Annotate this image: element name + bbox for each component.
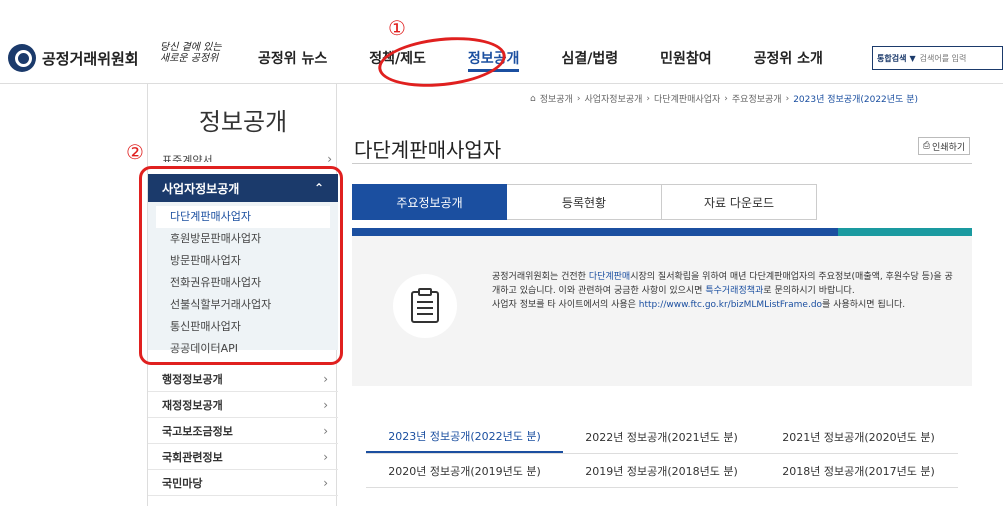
nav-item-about[interactable]: 공정위 소개 <box>754 48 823 70</box>
page-title: 다단계판매사업자 <box>354 138 502 162</box>
government-emblem-icon <box>8 44 36 72</box>
sidebar-item-public-square[interactable]: 국민마당 › <box>148 470 338 496</box>
year-tab-2018[interactable]: 2018년 정보공개(2017년도 분) <box>760 454 957 487</box>
breadcrumb-item[interactable]: 주요정보공개 <box>732 92 782 105</box>
sidebar-item-subsidy-info[interactable]: 국고보조금정보 › <box>148 418 338 444</box>
sidebar-item-label: 표준계약서 <box>162 154 213 162</box>
sidebar-item-standard-contract[interactable]: 표준계약서 › <box>162 152 332 162</box>
tab-key-info[interactable]: 주요정보공개 <box>352 184 507 220</box>
sidebar-item-label: 국고보조금정보 <box>162 424 233 438</box>
year-tab-2023[interactable]: 2023년 정보공개(2022년도 분) <box>366 420 563 453</box>
search-box: 통합검색 ▼ <box>872 46 1003 70</box>
tab-data-download[interactable]: 자료 다운로드 <box>662 184 817 220</box>
year-tab-2021[interactable]: 2021년 정보공개(2020년도 분) <box>760 420 957 453</box>
sidebar-item-label: 국민마당 <box>162 476 203 490</box>
print-button[interactable]: ⎙ 인쇄하기 <box>918 137 970 155</box>
year-tab-2019[interactable]: 2019년 정보공개(2018년도 분) <box>563 454 760 487</box>
info-link-mlm[interactable]: 다단계판매 <box>589 272 630 282</box>
breadcrumb: ⌂ 정보공개 › 사업자정보공개 › 다단계판매사업자 › 주요정보공개 › 2023년… <box>530 92 918 106</box>
content-tabs: 주요정보공개 등록현황 자료 다운로드 <box>352 184 817 220</box>
info-description: 공정거래위원회는 건전한 다단계판매시장의 질서확립을 위하여 매년 다단계판매… <box>492 270 954 312</box>
year-tab-2022[interactable]: 2022년 정보공개(2021년도 분) <box>563 420 760 453</box>
annotation-number-2: ② <box>126 140 144 164</box>
print-button-label: 인쇄하기 <box>932 142 966 153</box>
annotation-number-1: ① <box>388 16 406 40</box>
year-tabs: 2023년 정보공개(2022년도 분) 2022년 정보공개(2021년도 분… <box>366 420 958 488</box>
chevron-right-icon: › <box>646 93 651 104</box>
chevron-right-icon: › <box>785 93 790 104</box>
search-input[interactable] <box>919 53 980 63</box>
sidebar-title: 정보공개 <box>198 108 288 136</box>
main-nav: 공정위 뉴스 정책/제도 정보공개 심결/법령 민원참여 공정위 소개 <box>258 48 865 72</box>
home-icon[interactable]: ⌂ <box>530 94 536 104</box>
tab-registration-status[interactable]: 등록현황 <box>507 184 662 220</box>
sidebar-item-label: 행정정보공개 <box>162 372 223 386</box>
info-text: 를 사용하시면 됩니다. <box>822 300 906 310</box>
title-divider <box>352 163 972 164</box>
breadcrumb-item[interactable]: 다단계판매사업자 <box>654 92 720 105</box>
chevron-right-icon: › <box>323 449 328 464</box>
clipboard-icon <box>393 274 457 338</box>
chevron-right-icon: › <box>327 152 332 162</box>
slogan-line-1: 당신 곁에 있는 <box>160 42 222 53</box>
breadcrumb-current: 2023년 정보공개(2022년도 분) <box>793 95 918 105</box>
sidebar-item-admin-info[interactable]: 행정정보공개 › <box>148 366 338 392</box>
chevron-right-icon: › <box>323 475 328 490</box>
breadcrumb-item[interactable]: 정보공개 <box>540 92 573 105</box>
nav-item-decisions[interactable]: 심결/법령 <box>561 48 618 70</box>
sidebar-other-groups: 행정정보공개 › 재정정보공개 › 국고보조금정보 › 국회관련정보 › 국민마당 › <box>148 366 338 496</box>
info-text: 로 문의하시기 바랍니다. <box>763 286 855 296</box>
year-tab-row: 2023년 정보공개(2022년도 분) 2022년 정보공개(2021년도 분… <box>366 420 958 454</box>
sidebar-item-label: 재정정보공개 <box>162 398 223 412</box>
breadcrumb-item[interactable]: 사업자정보공개 <box>584 92 642 105</box>
site-logo[interactable]: 공정거래위원회 <box>8 44 139 72</box>
chevron-right-icon: › <box>323 397 328 412</box>
sidebar-item-assembly-info[interactable]: 국회관련정보 › <box>148 444 338 470</box>
slogan-line-2: 새로운 공정위 <box>160 53 219 64</box>
chevron-right-icon: › <box>323 371 328 386</box>
chevron-right-icon: › <box>576 93 581 104</box>
sidebar-item-label: 국회관련정보 <box>162 450 223 464</box>
info-link-department[interactable]: 특수거래정책과 <box>705 286 763 296</box>
info-box-teal-bar <box>838 228 972 236</box>
site-header: 공정거래위원회 당신 곁에 있는 새로운 공정위 공정위 뉴스 정책/제도 정보… <box>0 0 1003 84</box>
info-paragraph-2: 사업자 정보를 타 사이트에서의 사용은 http://www.ftc.go.k… <box>492 298 954 312</box>
info-box-accent-bar <box>352 228 838 236</box>
info-text: 공정거래위원회는 건전한 <box>492 272 589 282</box>
chevron-down-icon[interactable]: ▼ <box>909 54 915 63</box>
slogan: 당신 곁에 있는 새로운 공정위 <box>160 42 222 64</box>
info-text: 사업자 정보를 타 사이트에서의 사용은 <box>492 300 639 310</box>
info-link-url[interactable]: http://www.ftc.go.kr/bizMLMListFrame.do <box>639 300 822 310</box>
sidebar-item-finance-info[interactable]: 재정정보공개 › <box>148 392 338 418</box>
annotation-rectangle <box>139 166 343 365</box>
year-tab-2020[interactable]: 2020년 정보공개(2019년도 분) <box>366 454 563 487</box>
info-paragraph-1: 공정거래위원회는 건전한 다단계판매시장의 질서확립을 위하여 매년 다단계판매… <box>492 270 954 298</box>
logo-text: 공정거래위원회 <box>42 49 139 68</box>
printer-icon: ⎙ <box>922 141 931 151</box>
nav-item-civil[interactable]: 민원참여 <box>660 48 712 70</box>
chevron-right-icon: › <box>323 423 328 438</box>
chevron-right-icon: › <box>724 93 728 104</box>
year-tab-row: 2020년 정보공개(2019년도 분) 2019년 정보공개(2018년도 분… <box>366 454 958 488</box>
search-scope-select[interactable]: 통합검색 <box>877 53 906 64</box>
nav-item-news[interactable]: 공정위 뉴스 <box>258 48 327 70</box>
